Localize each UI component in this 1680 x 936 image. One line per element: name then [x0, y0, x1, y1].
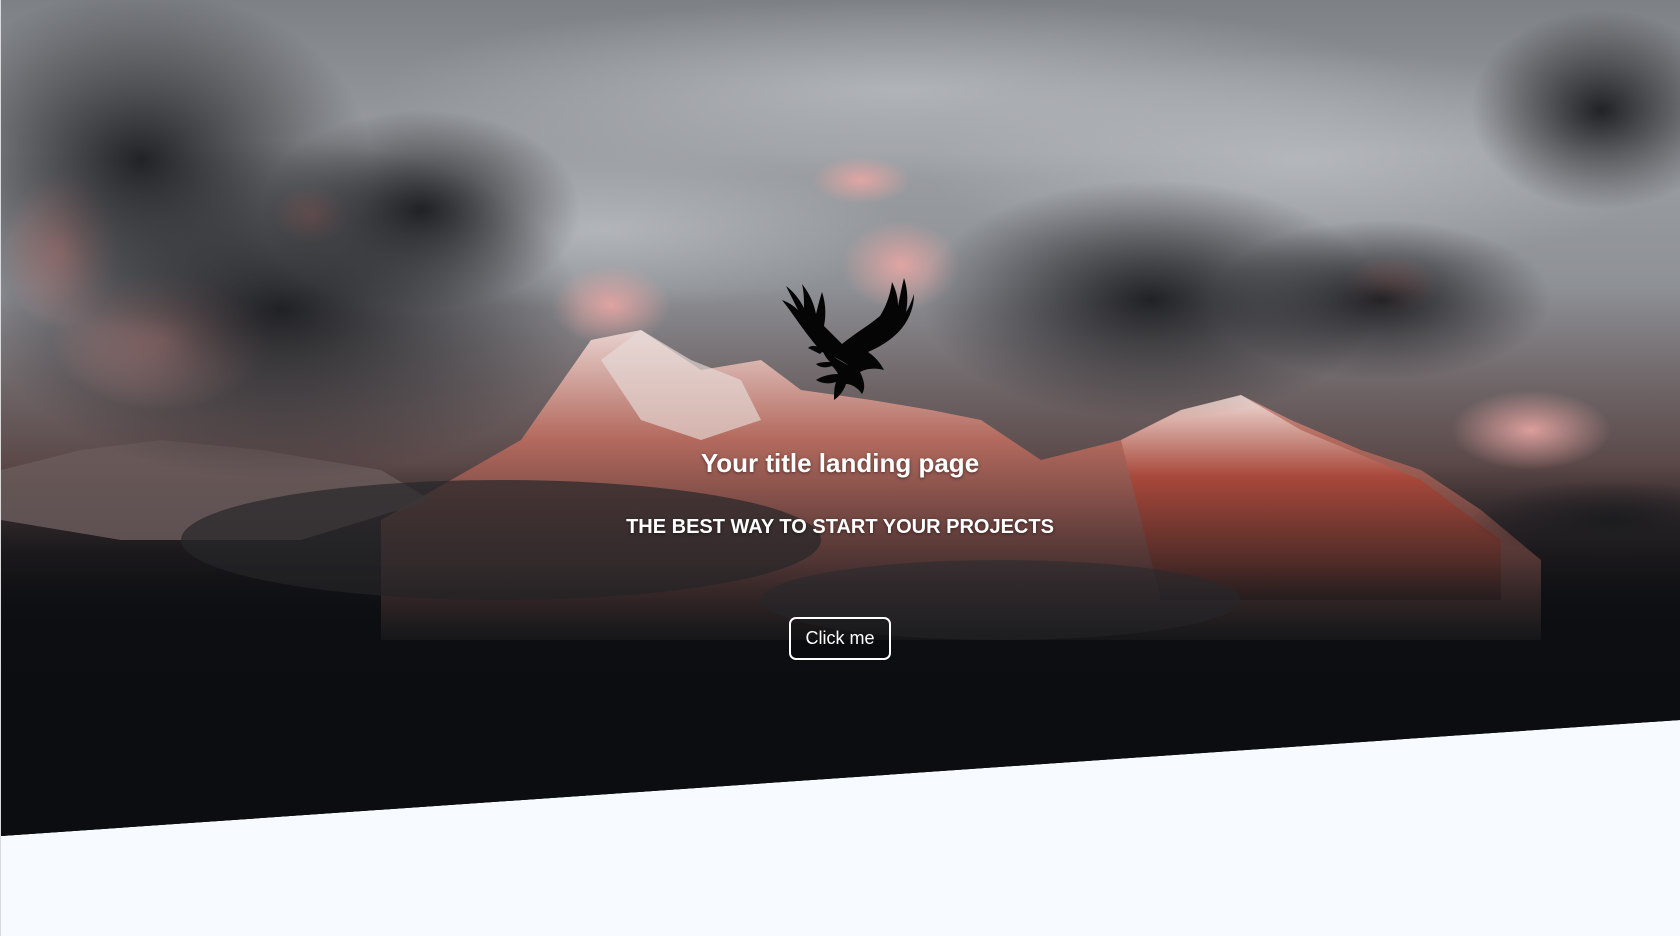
hero-content: Your title landing page THE BEST WAY TO …: [0, 0, 1680, 720]
page-subtitle: THE BEST WAY TO START YOUR PROJECTS: [626, 516, 1054, 538]
click-me-button[interactable]: Click me: [789, 617, 891, 660]
page-left-border: [0, 0, 1, 936]
page-title: Your title landing page: [700, 448, 980, 478]
eagle-icon: [764, 276, 916, 426]
landing-page: Your title landing page THE BEST WAY TO …: [0, 0, 1680, 936]
